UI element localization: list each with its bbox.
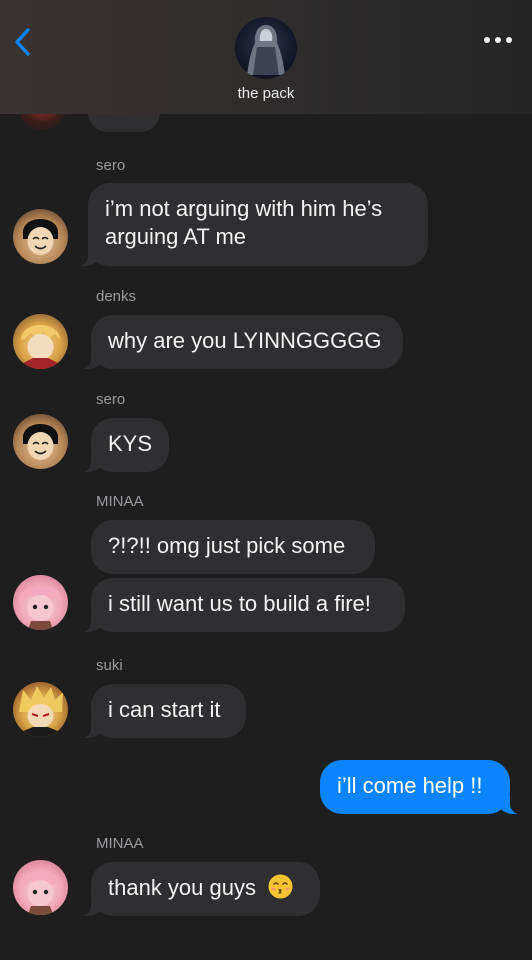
avatar[interactable] (13, 209, 68, 264)
message-text: i’m not arguing with him he’s (105, 196, 383, 221)
avatar[interactable] (13, 860, 68, 915)
avatar[interactable] (13, 575, 68, 630)
message-bubble[interactable]: i’m not arguing with him he’s arguing AT… (78, 183, 428, 266)
message-bubble[interactable]: KYS (81, 418, 169, 472)
ellipsis-icon[interactable] (478, 30, 518, 50)
sender-label: sero (96, 391, 126, 408)
message-text: ?!?!! omg just pick some (108, 533, 346, 558)
message-bubble[interactable]: thank you guys (81, 862, 320, 916)
group-avatar[interactable] (235, 17, 297, 79)
avatar[interactable] (13, 314, 68, 369)
chevron-left-icon[interactable] (6, 22, 40, 62)
sender-label: suki (96, 657, 123, 674)
sender-label: sero (96, 157, 126, 174)
sender-label: MINAA (96, 493, 144, 510)
message-text: KYS (108, 431, 153, 456)
avatar[interactable] (13, 414, 68, 469)
message-text: i still want us to build a fire! (108, 591, 371, 616)
message-text: arguing AT me (105, 224, 247, 249)
avatar[interactable] (13, 682, 68, 737)
message-text: thank you guys (108, 875, 256, 900)
message-bubble[interactable]: i still want us to build a fire! (81, 578, 405, 632)
message-text: i’ll come help !! (337, 773, 483, 798)
chat-header: the pack (0, 0, 532, 114)
chat-screen: the pack sero i’m not arguing with him h… (0, 0, 532, 960)
group-name[interactable]: the pack (0, 85, 532, 102)
sender-label: denks (96, 288, 137, 305)
message-text: i can start it (108, 697, 221, 722)
message-bubble[interactable]: ?!?!! omg just pick some (91, 520, 375, 574)
message-text: why are you LYINNGGGGG (108, 328, 382, 353)
sender-label: MINAA (96, 835, 144, 852)
outgoing-message-bubble[interactable]: i’ll come help !! (320, 760, 520, 814)
message-bubble[interactable]: why are you LYINNGGGGG (81, 315, 403, 369)
kissing-face-icon (268, 874, 293, 899)
message-bubble[interactable]: i can start it (81, 684, 246, 738)
